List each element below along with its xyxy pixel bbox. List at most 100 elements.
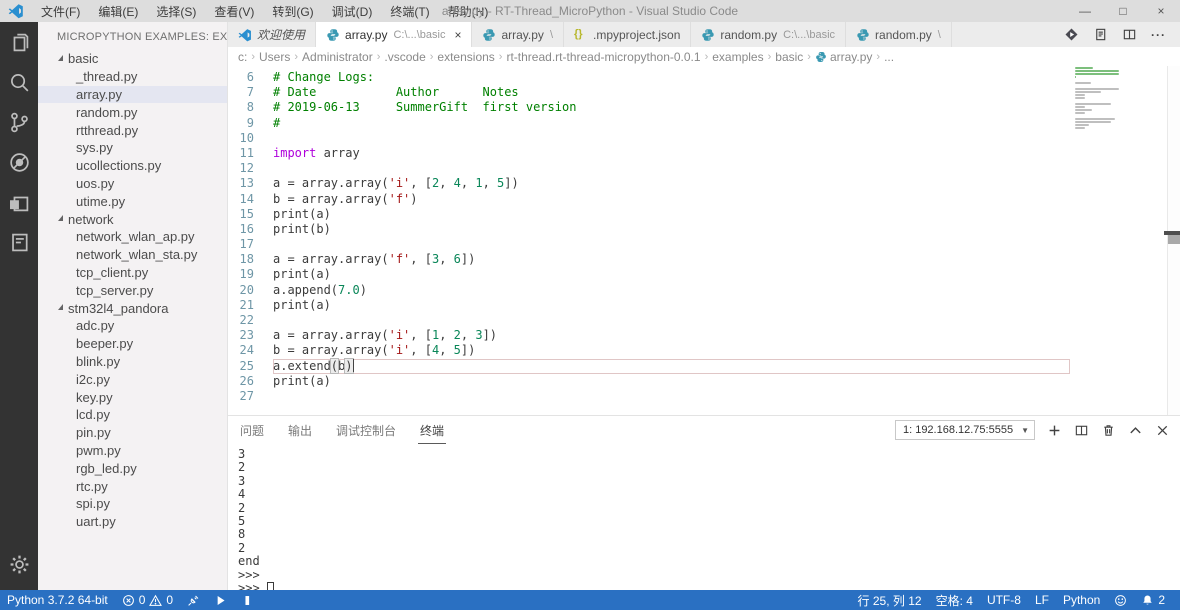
terminal-dropdown[interactable]: 1: 192.168.12.75:5555 ▼ xyxy=(894,420,1035,440)
status-notifications[interactable]: 2 xyxy=(1134,590,1172,610)
code-line-24[interactable]: 24 b = array.array('i', [4, 5]) xyxy=(228,343,1070,358)
tab-random.py[interactable]: random.py C:\...\basic xyxy=(691,22,847,47)
breadcrumb-item-c-[interactable]: c: xyxy=(238,50,247,64)
maximize-panel-icon[interactable] xyxy=(1128,423,1143,438)
status-indentation[interactable]: 空格: 4 xyxy=(929,590,980,610)
breadcrumb-item-users[interactable]: Users xyxy=(259,50,290,64)
close-button[interactable]: × xyxy=(1142,4,1180,18)
status-cursor-position[interactable]: 行 25, 列 12 xyxy=(851,590,929,610)
menu-item-7[interactable]: 终端(T) xyxy=(381,3,438,20)
close-panel-icon[interactable] xyxy=(1155,423,1170,438)
tree-item-network_wlan_sta-py[interactable]: network_wlan_sta.py xyxy=(38,246,227,264)
status-encoding[interactable]: UTF-8 xyxy=(980,590,1028,610)
menu-item-5[interactable]: 转到(G) xyxy=(263,3,322,20)
tree-item-ucollections-py[interactable]: ucollections.py xyxy=(38,157,227,175)
code-line-19[interactable]: 19 print(a) xyxy=(228,267,1070,282)
tree-item-pwm-py[interactable]: pwm.py xyxy=(38,442,227,460)
breadcrumb-item-rt-thread.rt-thread-micropython-0.0.1[interactable]: rt-thread.rt-thread-micropython-0.0.1 xyxy=(506,50,700,64)
tab-.mpyproject.json[interactable]: {} .mpyproject.json xyxy=(564,22,692,47)
tab-array.py[interactable]: array.py \ xyxy=(472,22,564,47)
more-actions-icon[interactable]: ··· xyxy=(1151,28,1166,42)
source-control-view-button[interactable] xyxy=(0,102,38,142)
code-line-21[interactable]: 21 print(a) xyxy=(228,298,1070,313)
code-line-25[interactable]: 25 a.extend(b) xyxy=(228,358,1070,374)
breadcrumb-item-.vscode[interactable]: .vscode xyxy=(384,50,425,64)
kill-terminal-icon[interactable] xyxy=(1101,423,1116,438)
code-line-13[interactable]: 13 a = array.array('i', [2, 4, 1, 5]) xyxy=(228,176,1070,191)
code-line-17[interactable]: 17 xyxy=(228,237,1070,252)
panel-tab-问题[interactable]: 问题 xyxy=(238,417,266,444)
tree-item-tcp_server-py[interactable]: tcp_server.py xyxy=(38,281,227,299)
menu-item-8[interactable]: 帮助(H) xyxy=(439,3,498,20)
code-line-16[interactable]: 16 print(b) xyxy=(228,222,1070,237)
tree-item-rgb_led-py[interactable]: rgb_led.py xyxy=(38,459,227,477)
status-feedback[interactable] xyxy=(1107,590,1134,610)
close-tab-icon[interactable]: × xyxy=(454,28,461,42)
tree-item-lcd-py[interactable]: lcd.py xyxy=(38,406,227,424)
code-line-6[interactable]: 6 # Change Logs: xyxy=(228,70,1070,85)
debug-view-button[interactable] xyxy=(0,142,38,182)
code-line-14[interactable]: 14 b = array.array('f') xyxy=(228,192,1070,207)
explorer-view-button[interactable] xyxy=(0,22,38,62)
tree-item-array-py[interactable]: array.py xyxy=(38,85,227,104)
micropython-examples-view-button[interactable] xyxy=(0,222,38,262)
breadcrumb-item-...[interactable]: ... xyxy=(884,50,894,64)
panel-tab-调试控制台[interactable]: 调试控制台 xyxy=(334,417,398,444)
menu-item-4[interactable]: 查看(V) xyxy=(205,3,263,20)
tab-array.py[interactable]: array.py C:\...\basic × xyxy=(316,22,473,47)
menu-item-6[interactable]: 调试(D) xyxy=(323,3,382,20)
breadcrumb-item-administrator[interactable]: Administrator xyxy=(302,50,373,64)
search-view-button[interactable] xyxy=(0,62,38,102)
manage-button[interactable] xyxy=(0,544,38,584)
tree-item-basic[interactable]: basic xyxy=(38,50,227,68)
terminal-output[interactable]: 3 2 3 4 2 5 8 2 end >>> >>> xyxy=(228,444,1180,595)
tree-item-sys-py[interactable]: sys.py xyxy=(38,139,227,157)
breadcrumb-item-extensions[interactable]: extensions xyxy=(437,50,494,64)
code-line-10[interactable]: 10 xyxy=(228,131,1070,146)
status-problems[interactable]: 00 xyxy=(115,590,180,610)
menu-item-2[interactable]: 编辑(E) xyxy=(89,3,147,20)
tree-item-spi-py[interactable]: spi.py xyxy=(38,495,227,513)
tree-item-stm32l4_pandora[interactable]: stm32l4_pandora xyxy=(38,299,227,317)
status-python-interpreter[interactable]: Python 3.7.2 64-bit xyxy=(0,590,115,610)
tree-item-i2c-py[interactable]: i2c.py xyxy=(38,370,227,388)
code-line-20[interactable]: 20 a.append(7.0) xyxy=(228,283,1070,298)
minimap[interactable] xyxy=(1071,66,1167,415)
minimize-button[interactable]: — xyxy=(1066,4,1104,18)
tree-item-uos-py[interactable]: uos.py xyxy=(38,175,227,193)
code-line-27[interactable]: 27 xyxy=(228,389,1070,404)
new-terminal-icon[interactable] xyxy=(1047,423,1062,438)
tree-item-pin-py[interactable]: pin.py xyxy=(38,424,227,442)
breadcrumb-item-basic[interactable]: basic xyxy=(775,50,803,64)
code-line-9[interactable]: 9 # xyxy=(228,116,1070,131)
tree-item-blink-py[interactable]: blink.py xyxy=(38,353,227,371)
tree-item-rtc-py[interactable]: rtc.py xyxy=(38,477,227,495)
status-stop-file[interactable] xyxy=(234,590,261,610)
tree-item-utime-py[interactable]: utime.py xyxy=(38,192,227,210)
tree-item-tcp_client-py[interactable]: tcp_client.py xyxy=(38,264,227,282)
menu-item-3[interactable]: 选择(S) xyxy=(147,3,205,20)
panel-tab-输出[interactable]: 输出 xyxy=(286,417,314,444)
tree-item-network_wlan_ap-py[interactable]: network_wlan_ap.py xyxy=(38,228,227,246)
tree-item-network[interactable]: network xyxy=(38,210,227,228)
tree-item-beeper-py[interactable]: beeper.py xyxy=(38,335,227,353)
maximize-button[interactable]: □ xyxy=(1104,4,1142,18)
tab--[interactable]: 欢迎使用 xyxy=(228,22,317,47)
tab-random.py[interactable]: random.py \ xyxy=(846,22,952,47)
code-line-23[interactable]: 23 a = array.array('i', [1, 2, 3]) xyxy=(228,328,1070,343)
overview-ruler[interactable] xyxy=(1164,66,1180,415)
code-line-22[interactable]: 22 xyxy=(228,313,1070,328)
code-line-12[interactable]: 12 xyxy=(228,161,1070,176)
code-line-11[interactable]: 11 import array xyxy=(228,146,1070,161)
breadcrumb-item-examples[interactable]: examples xyxy=(712,50,763,64)
code-line-26[interactable]: 26 print(a) xyxy=(228,374,1070,389)
status-connect-device[interactable] xyxy=(180,590,207,610)
menu-item-1[interactable]: 文件(F) xyxy=(32,3,89,20)
code-editor[interactable]: 6 # Change Logs: 7 # Date Author Notes 8 # 20… xyxy=(228,66,1180,415)
breadcrumb-item-array.py[interactable]: array.py xyxy=(815,50,872,64)
status-language-mode[interactable]: Python xyxy=(1056,590,1107,610)
code-line-8[interactable]: 8 # 2019-06-13 SummerGift first version xyxy=(228,100,1070,115)
tree-item-rtthread-py[interactable]: rtthread.py xyxy=(38,121,227,139)
panel-tab-终端[interactable]: 终端 xyxy=(418,417,447,444)
tree-item-key-py[interactable]: key.py xyxy=(38,388,227,406)
